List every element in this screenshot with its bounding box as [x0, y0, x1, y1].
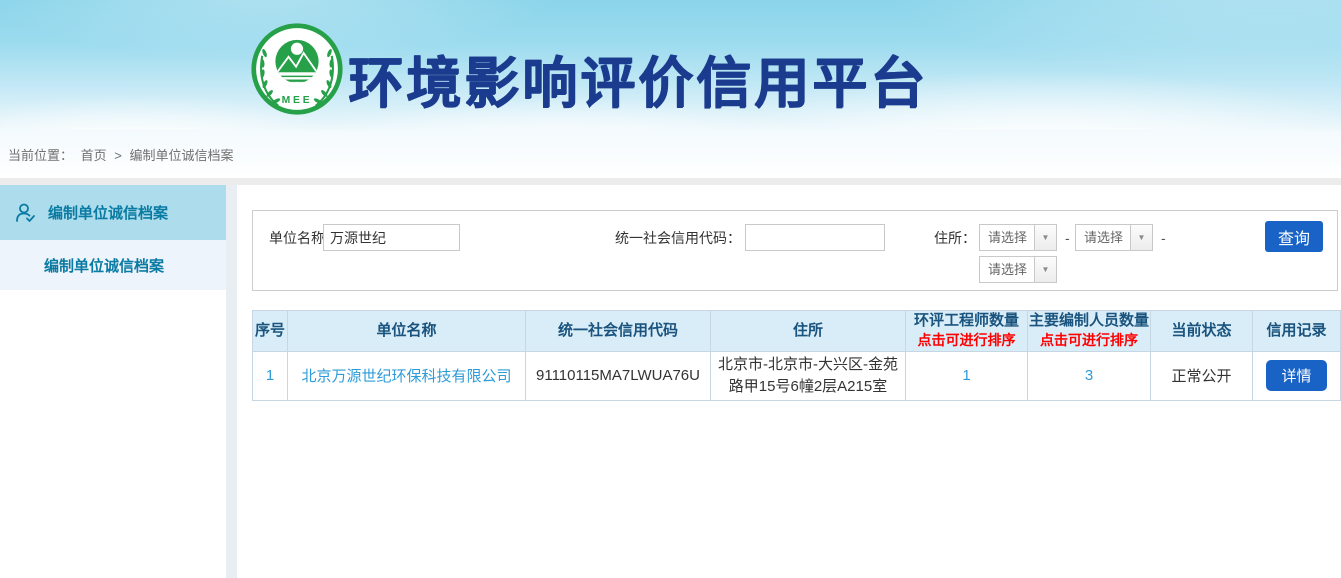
- chevron-down-icon[interactable]: ▼: [1130, 224, 1153, 251]
- city-select[interactable]: 请选择 ▼: [1075, 224, 1153, 251]
- engineer-count-link[interactable]: 1: [962, 367, 970, 384]
- col-engineer-count-sort[interactable]: 环评工程师数量 点击可进行排序: [906, 311, 1028, 352]
- col-staff-count-label: 主要编制人员数量: [1029, 312, 1149, 329]
- province-select[interactable]: 请选择 ▼: [979, 224, 1057, 251]
- section-divider: [0, 178, 1341, 185]
- sidebar-item-credit-archive[interactable]: 编制单位诚信档案: [0, 185, 226, 240]
- chevron-down-icon[interactable]: ▼: [1034, 256, 1057, 283]
- breadcrumb: 当前位置： 首页 > 编制单位诚信档案: [8, 145, 238, 164]
- query-button[interactable]: 查询: [1265, 221, 1323, 252]
- user-check-icon: [14, 201, 38, 225]
- credit-code-input[interactable]: [745, 224, 885, 251]
- table-header-row: 序号 单位名称 统一社会信用代码 住所 环评工程师数量 点击可进行排序 主要编制…: [253, 311, 1341, 352]
- col-staff-count-sort[interactable]: 主要编制人员数量 点击可进行排序: [1028, 311, 1151, 352]
- col-index: 序号: [253, 311, 288, 352]
- sort-hint[interactable]: 点击可进行排序: [906, 332, 1027, 350]
- company-link[interactable]: 北京万源世纪环保科技有限公司: [301, 368, 511, 385]
- company-name-input[interactable]: [323, 224, 460, 251]
- detail-button[interactable]: 详情: [1266, 360, 1326, 391]
- page-title: 环境影响评价信用平台: [348, 38, 928, 118]
- residence-label: 住所：: [934, 224, 976, 252]
- row-index: 1: [253, 352, 288, 401]
- sidebar-item-label: 编制单位诚信档案: [48, 202, 168, 223]
- breadcrumb-label: 当前位置：: [8, 148, 73, 163]
- breadcrumb-home-link[interactable]: 首页: [81, 148, 107, 163]
- search-panel: 单位名称： 统一社会信用代码： 住所： 请选择 ▼ - 请选择 ▼ - 请选择 …: [252, 210, 1338, 291]
- sort-hint[interactable]: 点击可进行排序: [1028, 332, 1150, 350]
- sidebar-subitem-credit-archive[interactable]: 编制单位诚信档案: [0, 240, 226, 290]
- address-cell: 北京市-北京市-大兴区-金苑路甲15号6幢2层A215室: [711, 352, 906, 401]
- credit-code-cell: 91110115MA7LWUA76U: [526, 352, 711, 401]
- mee-logo-icon: MEE: [250, 22, 344, 116]
- city-select-value: 请选择: [1075, 224, 1131, 251]
- district-select-value: 请选择: [979, 256, 1035, 283]
- site-header: MEE 环境影响评价信用平台: [0, 0, 1341, 130]
- col-credit-record: 信用记录: [1253, 311, 1341, 352]
- table-row: 1 北京万源世纪环保科技有限公司 91110115MA7LWUA76U 北京市-…: [253, 352, 1341, 401]
- col-status: 当前状态: [1151, 311, 1253, 352]
- breadcrumb-current: 编制单位诚信档案: [130, 148, 234, 163]
- sidebar-subitem-label: 编制单位诚信档案: [44, 255, 164, 276]
- status-cell: 正常公开: [1151, 352, 1253, 401]
- province-select-value: 请选择: [979, 224, 1035, 251]
- breadcrumb-band: 当前位置： 首页 > 编制单位诚信档案: [0, 130, 1341, 178]
- chevron-down-icon[interactable]: ▼: [1034, 224, 1057, 251]
- main-content: 单位名称： 统一社会信用代码： 住所： 请选择 ▼ - 请选择 ▼ - 请选择 …: [252, 185, 1340, 578]
- col-engineer-count-label: 环评工程师数量: [914, 312, 1019, 329]
- district-select[interactable]: 请选择 ▼: [979, 256, 1057, 283]
- sidebar: 编制单位诚信档案 编制单位诚信档案: [0, 185, 226, 578]
- breadcrumb-separator: >: [114, 148, 122, 163]
- col-company: 单位名称: [288, 311, 526, 352]
- logo-text: MEE: [282, 95, 313, 106]
- col-address: 住所: [711, 311, 906, 352]
- col-credit-code: 统一社会信用代码: [526, 311, 711, 352]
- result-table: 序号 单位名称 统一社会信用代码 住所 环评工程师数量 点击可进行排序 主要编制…: [252, 310, 1341, 401]
- sidebar-content-divider: [226, 185, 237, 578]
- staff-count-link[interactable]: 3: [1085, 367, 1093, 384]
- select-separator: -: [1161, 224, 1166, 252]
- credit-code-label: 统一社会信用代码：: [583, 224, 741, 252]
- select-separator: -: [1065, 224, 1070, 252]
